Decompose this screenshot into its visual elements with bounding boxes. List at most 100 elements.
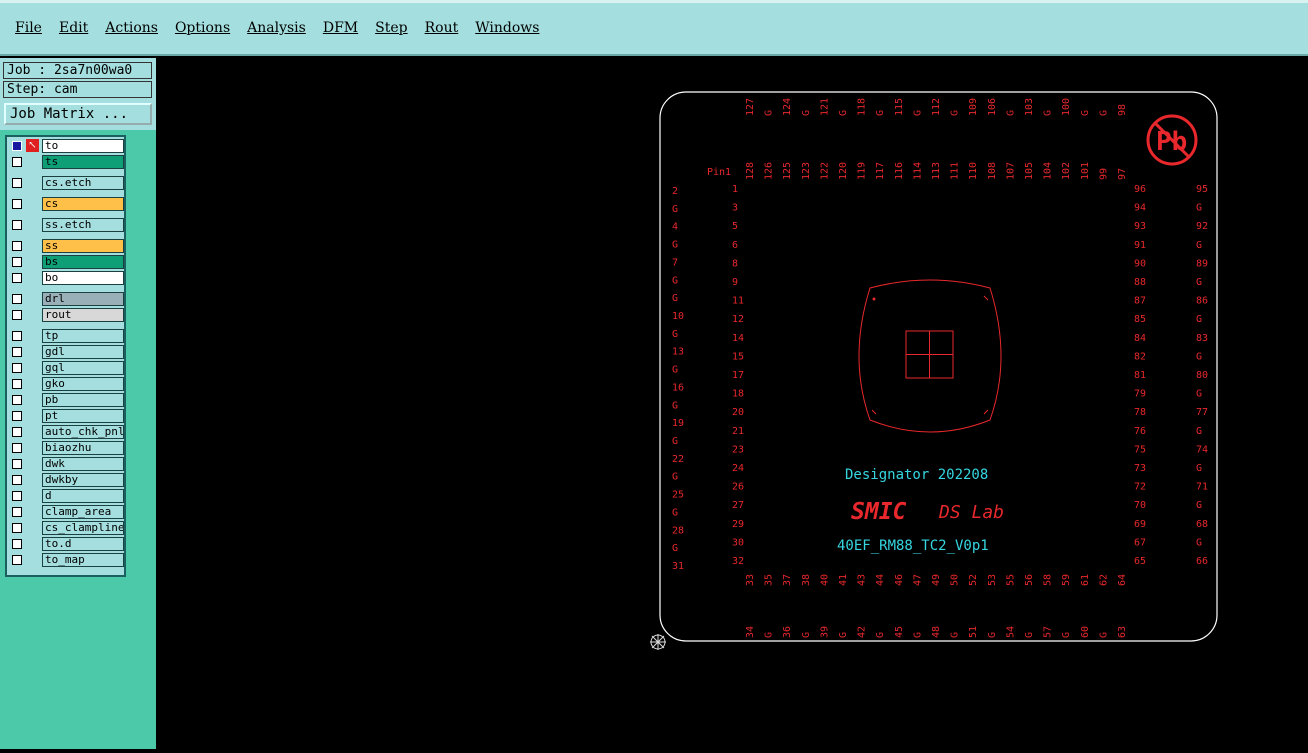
pin-label: 81: [1134, 370, 1146, 381]
layer-name[interactable]: drl: [42, 292, 124, 306]
menu-dfm[interactable]: DFM: [323, 20, 358, 36]
layer-row[interactable]: ↖ to: [8, 139, 125, 153]
pin-label: 55: [1005, 574, 1016, 586]
layer-row[interactable]: ss.etch: [8, 218, 125, 232]
layer-row[interactable]: drl: [8, 292, 125, 306]
layer-row[interactable]: to.d: [8, 537, 125, 551]
menu-step[interactable]: Step: [375, 20, 407, 36]
layer-checkbox[interactable]: [12, 273, 22, 283]
layer-name[interactable]: cs: [42, 197, 124, 211]
layer-row[interactable]: d: [8, 489, 125, 503]
layer-row[interactable]: cs: [8, 197, 125, 211]
menu-options[interactable]: Options: [175, 20, 230, 36]
layer-checkbox[interactable]: [12, 459, 22, 469]
layer-checkbox[interactable]: [12, 507, 22, 517]
layer-row[interactable]: bo: [8, 271, 125, 285]
layer-name[interactable]: ss: [42, 239, 124, 253]
layer-checkbox[interactable]: [12, 523, 22, 533]
layer-name[interactable]: d: [42, 489, 124, 503]
layer-checkbox[interactable]: [12, 294, 22, 304]
menu-file[interactable]: File: [15, 20, 42, 36]
layer-name[interactable]: pb: [42, 393, 124, 407]
layer-row[interactable]: biaozhu: [8, 441, 125, 455]
layer-row[interactable]: gql: [8, 361, 125, 375]
layer-row[interactable]: auto_chk_pnl: [8, 425, 125, 439]
layer-row[interactable]: rout: [8, 308, 125, 322]
pin-label: G: [950, 632, 961, 638]
layer-row[interactable]: pt: [8, 409, 125, 423]
layer-checkbox[interactable]: [12, 443, 22, 453]
layer-name[interactable]: clamp_area: [42, 505, 124, 519]
layer-name[interactable]: to_map: [42, 553, 124, 567]
layer-row[interactable]: gdl: [8, 345, 125, 359]
menu-rout[interactable]: Rout: [425, 20, 459, 36]
layer-name[interactable]: gko: [42, 377, 124, 391]
pin-label: 119: [857, 162, 868, 180]
job-matrix-button[interactable]: Job Matrix ...: [4, 103, 152, 125]
pin-label: 45: [894, 626, 905, 638]
layer-row[interactable]: ts: [8, 155, 125, 169]
layer-name[interactable]: ts: [42, 155, 124, 169]
layer-checkbox[interactable]: [12, 310, 22, 320]
layer-checkbox[interactable]: [12, 241, 22, 251]
layer-checkbox[interactable]: [12, 539, 22, 549]
layer-checkbox[interactable]: [12, 475, 22, 485]
layer-name[interactable]: to.d: [42, 537, 124, 551]
menu-actions[interactable]: Actions: [105, 20, 158, 36]
layer-name[interactable]: auto_chk_pnl: [42, 425, 124, 439]
pin-label: 88: [1134, 277, 1146, 288]
layer-name[interactable]: biaozhu: [42, 441, 124, 455]
pin-label: 103: [1024, 98, 1035, 116]
pin-label: 46: [894, 574, 905, 586]
layer-checkbox[interactable]: [12, 347, 22, 357]
pin-label: 49: [931, 574, 942, 586]
layer-checkbox[interactable]: [12, 395, 22, 405]
layer-checkbox[interactable]: [12, 178, 22, 188]
layer-checkbox[interactable]: [12, 363, 22, 373]
layer-checkbox[interactable]: [12, 331, 22, 341]
pin-label: 61: [1080, 574, 1091, 586]
layer-checkbox[interactable]: [12, 199, 22, 209]
layer-checkbox[interactable]: [12, 427, 22, 437]
layer-checkbox[interactable]: [12, 257, 22, 267]
layer-row[interactable]: dwk: [8, 457, 125, 471]
layer-row[interactable]: bs: [8, 255, 125, 269]
layer-checkbox[interactable]: [12, 141, 22, 151]
layer-checkbox[interactable]: [12, 411, 22, 421]
layer-checkbox[interactable]: [12, 491, 22, 501]
pin-label: G: [1196, 277, 1202, 288]
layer-name[interactable]: bs: [42, 255, 124, 269]
layer-checkbox[interactable]: [12, 379, 22, 389]
layer-row[interactable]: dwkby: [8, 473, 125, 487]
menu-edit[interactable]: Edit: [59, 20, 88, 36]
graphics-canvas[interactable]: 127 G 124 G 121 G 118 G 115 G 112 G 109 106 G 103 G 100 G G…: [156, 58, 1308, 749]
layer-row[interactable]: pb: [8, 393, 125, 407]
pin-label: G: [801, 110, 812, 116]
layer-name[interactable]: dwkby: [42, 473, 124, 487]
layer-name[interactable]: rout: [42, 308, 124, 322]
layer-name[interactable]: bo: [42, 271, 124, 285]
pin-label: 126: [764, 162, 775, 180]
layer-name[interactable]: ss.etch: [42, 218, 124, 232]
layer-name[interactable]: cs_clampline: [42, 521, 124, 535]
layer-row[interactable]: ss: [8, 239, 125, 253]
layer-name[interactable]: to: [42, 139, 124, 153]
layer-name[interactable]: dwk: [42, 457, 124, 471]
layer-row[interactable]: to_map: [8, 553, 125, 567]
layer-name[interactable]: gql: [42, 361, 124, 375]
layer-name[interactable]: gdl: [42, 345, 124, 359]
layer-name[interactable]: pt: [42, 409, 124, 423]
layer-row[interactable]: cs.etch: [8, 176, 125, 190]
layer-name[interactable]: tp: [42, 329, 124, 343]
layer-row[interactable]: tp: [8, 329, 125, 343]
layer-checkbox[interactable]: [12, 555, 22, 565]
layer-row[interactable]: clamp_area: [8, 505, 125, 519]
pin-label: 70: [1134, 500, 1146, 511]
menu-analysis[interactable]: Analysis: [247, 20, 306, 36]
layer-checkbox[interactable]: [12, 220, 22, 230]
layer-row[interactable]: cs_clampline: [8, 521, 125, 535]
layer-checkbox[interactable]: [12, 157, 22, 167]
layer-name[interactable]: cs.etch: [42, 176, 124, 190]
menu-windows[interactable]: Windows: [475, 20, 539, 36]
layer-row[interactable]: gko: [8, 377, 125, 391]
